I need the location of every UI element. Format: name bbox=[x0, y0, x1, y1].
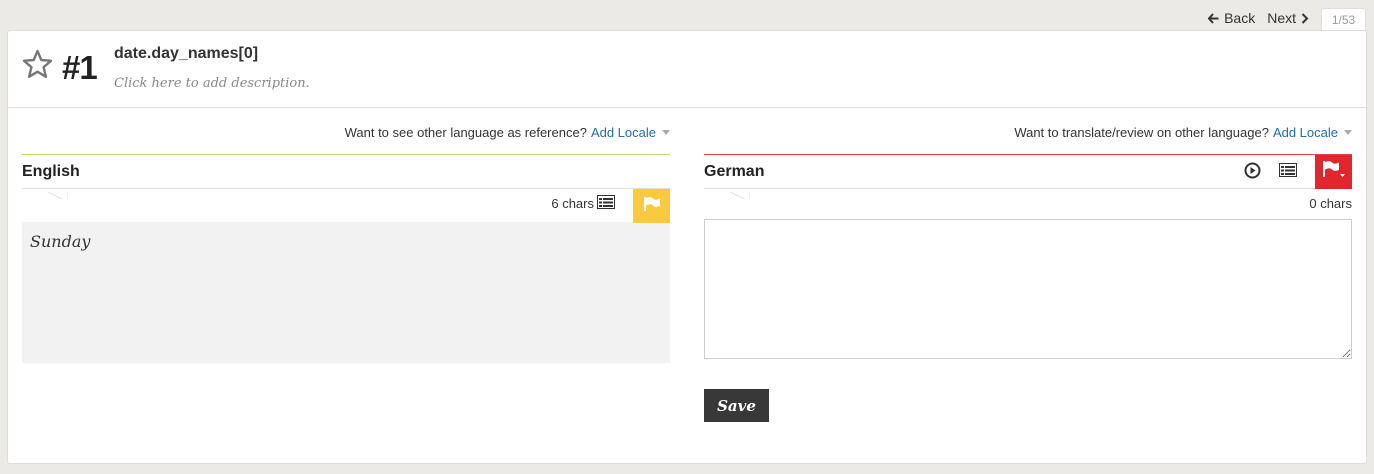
source-language-header: English 6 chars bbox=[22, 154, 670, 223]
caret-down-icon bbox=[1344, 130, 1352, 135]
translate-prompt-line: Want to translate/review on other langua… bbox=[704, 109, 1352, 154]
next-link[interactable]: Next bbox=[1267, 10, 1309, 26]
target-flag-button[interactable] bbox=[1315, 155, 1352, 189]
target-language-title: German bbox=[704, 163, 765, 180]
add-reference-locale[interactable]: Add Locale bbox=[591, 125, 670, 140]
translation-input[interactable] bbox=[704, 219, 1352, 359]
next-arrow-icon bbox=[1301, 12, 1309, 24]
add-locale-label: Add Locale bbox=[1272, 125, 1338, 140]
back-link[interactable]: Back bbox=[1208, 10, 1255, 26]
top-navigation: Back Next 1/53 bbox=[1208, 8, 1366, 31]
add-locale-label: Add Locale bbox=[590, 125, 656, 140]
star-icon[interactable] bbox=[22, 49, 53, 84]
target-language-header: German bbox=[704, 154, 1352, 199]
description-placeholder[interactable]: Click here to add description. bbox=[114, 76, 310, 91]
play-icon[interactable] bbox=[1244, 162, 1261, 184]
save-button[interactable]: Save bbox=[704, 389, 769, 422]
target-char-count: 0 chars bbox=[1309, 196, 1352, 211]
source-column: Want to see other language as reference?… bbox=[22, 109, 670, 363]
key-number: #1 bbox=[62, 49, 98, 86]
flag-icon bbox=[643, 196, 661, 217]
back-label: Back bbox=[1224, 10, 1256, 26]
source-language-title: English bbox=[22, 163, 80, 180]
translate-prompt: Want to translate/review on other langua… bbox=[1014, 125, 1269, 140]
add-target-locale[interactable]: Add Locale bbox=[1273, 125, 1352, 140]
key-name: date.day_names[0] bbox=[114, 45, 259, 62]
speech-tail bbox=[730, 189, 750, 199]
speech-tail bbox=[48, 189, 68, 199]
reference-prompt: Want to see other language as reference? bbox=[344, 125, 587, 140]
flag-icon bbox=[1322, 160, 1346, 185]
key-header: #1 date.day_names[0] Click here to add d… bbox=[8, 31, 1366, 108]
reference-prompt-line: Want to see other language as reference?… bbox=[22, 109, 670, 154]
translation-panel: #1 date.day_names[0] Click here to add d… bbox=[7, 30, 1367, 464]
list-icon[interactable] bbox=[1279, 163, 1297, 182]
page-position: 1/53 bbox=[1321, 8, 1366, 31]
source-text: Sunday bbox=[22, 222, 670, 363]
caret-down-icon bbox=[662, 130, 670, 135]
target-column: Want to translate/review on other langua… bbox=[704, 109, 1352, 422]
source-char-count: 6 chars bbox=[551, 195, 615, 212]
list-icon[interactable] bbox=[597, 195, 615, 212]
source-char-count-label: 6 chars bbox=[551, 196, 594, 211]
source-flag-button[interactable] bbox=[633, 189, 670, 223]
back-arrow-icon bbox=[1208, 12, 1219, 24]
next-label: Next bbox=[1267, 10, 1296, 26]
